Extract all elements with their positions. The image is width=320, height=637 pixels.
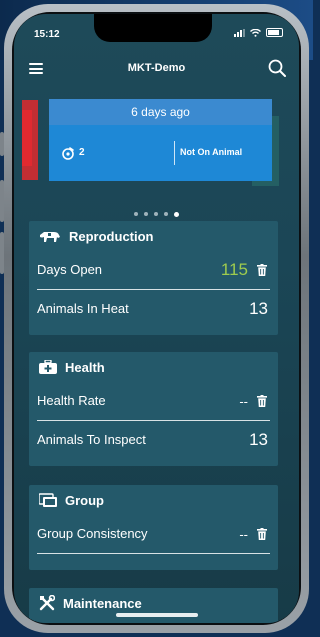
carousel-dot[interactable] bbox=[154, 212, 158, 216]
metric-label: Health Rate bbox=[37, 393, 106, 408]
app-bar: MKT-Demo bbox=[14, 54, 299, 84]
search-icon[interactable] bbox=[268, 59, 286, 77]
alert-banner[interactable]: 6 days ago 2 Not On Animal bbox=[22, 94, 279, 202]
metric-row-days-open[interactable]: Days Open 115 bbox=[29, 251, 278, 289]
signal-icon bbox=[234, 28, 245, 37]
tag-icon bbox=[62, 147, 74, 160]
status-bar: 15:12 bbox=[14, 14, 299, 50]
trash-icon[interactable] bbox=[257, 264, 267, 276]
mute-switch bbox=[0, 132, 4, 156]
carousel-dot[interactable] bbox=[134, 212, 138, 216]
metric-row-group-consistency[interactable]: Group Consistency -- bbox=[29, 515, 278, 553]
section-title-reproduction: Reproduction bbox=[69, 228, 154, 244]
section-title-health: Health bbox=[65, 359, 105, 375]
metric-row-health-rate[interactable]: Health Rate -- bbox=[29, 382, 278, 420]
wifi-icon bbox=[250, 28, 261, 37]
carousel-dot[interactable] bbox=[164, 212, 168, 216]
medical-kit-icon bbox=[39, 360, 57, 374]
card-header[interactable]: Group bbox=[29, 485, 278, 515]
metric-label: Days Open bbox=[37, 262, 103, 277]
volume-up-button bbox=[0, 180, 4, 222]
status-time: 15:12 bbox=[34, 29, 60, 40]
reproduction-card: Reproduction Days Open 115 Animals In He… bbox=[29, 221, 278, 335]
divider bbox=[37, 553, 270, 554]
metric-value: -- bbox=[239, 527, 248, 542]
section-title-group: Group bbox=[65, 492, 104, 508]
metric-value: 13 bbox=[249, 430, 268, 449]
trash-icon[interactable] bbox=[257, 395, 267, 407]
metric-value: 13 bbox=[249, 299, 268, 318]
banner-red-accent-inner bbox=[22, 110, 32, 166]
cow-icon bbox=[40, 232, 60, 242]
group-icon bbox=[39, 493, 57, 507]
banner-heading: 6 days ago bbox=[49, 99, 272, 125]
notch bbox=[94, 14, 212, 42]
battery-icon bbox=[266, 28, 283, 37]
metric-row-animals-to-inspect[interactable]: Animals To Inspect 13 bbox=[29, 421, 278, 459]
home-indicator[interactable] bbox=[116, 613, 198, 617]
metric-value: -- bbox=[239, 394, 248, 409]
status-icons bbox=[234, 28, 283, 37]
metric-row-animals-in-heat[interactable]: Animals In Heat 13 bbox=[29, 290, 278, 328]
card-header[interactable]: Reproduction bbox=[29, 221, 278, 251]
trash-icon[interactable] bbox=[257, 528, 267, 540]
banner-status: Not On Animal bbox=[180, 147, 243, 157]
banner-count: 2 bbox=[79, 147, 85, 158]
app-screen: 15:12 MKT-Demo 6 days ago 2 Not On Anima… bbox=[14, 14, 299, 623]
metric-label: Animals In Heat bbox=[37, 301, 129, 316]
banner-divider bbox=[174, 141, 175, 165]
metric-label: Animals To Inspect bbox=[37, 432, 146, 447]
section-title-maintenance: Maintenance bbox=[63, 595, 142, 611]
banner-card[interactable]: 2 Not On Animal bbox=[49, 125, 272, 181]
metric-label: Group Consistency bbox=[37, 526, 148, 541]
tools-icon bbox=[39, 595, 55, 611]
volume-down-button bbox=[0, 232, 4, 274]
maintenance-card: Maintenance bbox=[29, 588, 278, 623]
metric-value: 115 bbox=[220, 260, 248, 279]
carousel-dot[interactable] bbox=[144, 212, 148, 216]
group-card: Group Group Consistency -- bbox=[29, 485, 278, 570]
health-card: Health Health Rate -- Animals To Inspect… bbox=[29, 352, 278, 466]
card-header[interactable]: Health bbox=[29, 352, 278, 382]
page-title: MKT-Demo bbox=[127, 62, 186, 74]
carousel-dot-active[interactable] bbox=[174, 211, 179, 217]
carousel-dots[interactable] bbox=[14, 211, 299, 217]
